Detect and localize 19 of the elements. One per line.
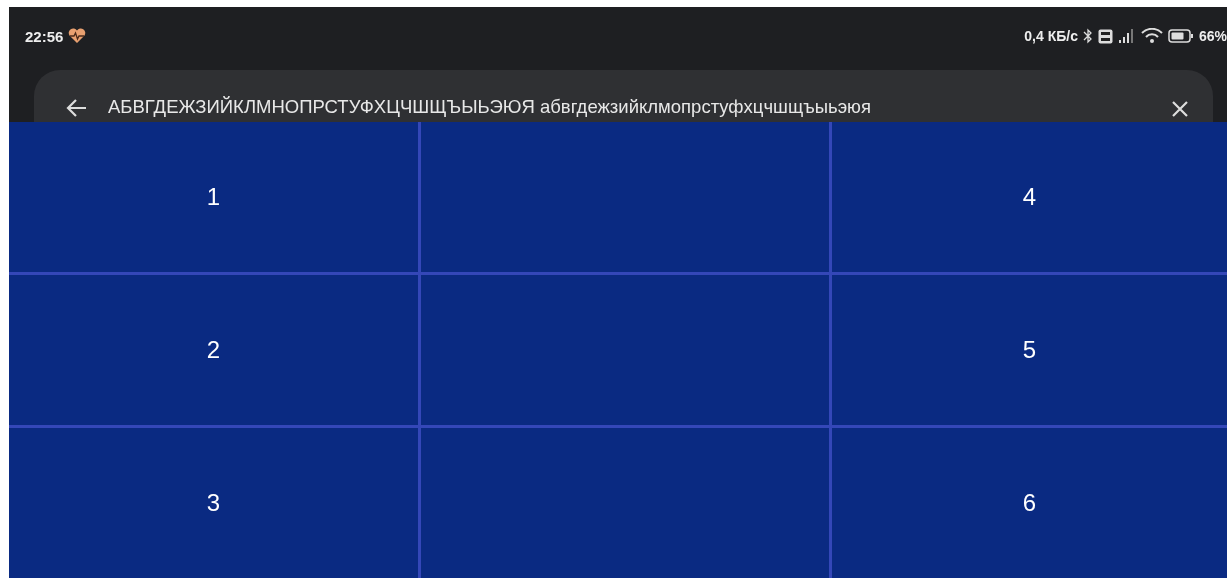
grid-cell[interactable]: 5 [832,275,1227,425]
grid-cell[interactable]: 3 [9,428,418,578]
grid-cell[interactable]: 4 [832,122,1227,272]
network-speed: 0,4 КБ/с [1024,28,1078,44]
grid-cell[interactable]: 1 [9,122,418,272]
grid-cell[interactable]: 6 [832,428,1227,578]
battery-icon [1167,29,1194,43]
grid-cell[interactable]: 2 [9,275,418,425]
wifi-icon [1140,28,1163,44]
heart-icon [68,28,87,44]
close-icon[interactable] [1171,100,1189,118]
volte-icon [1097,28,1113,44]
search-text: АБВГДЕЖЗИЙКЛМНОПРСТУФХЦЧШЩЪЫЬЭЮЯ абвгдежзийклмопрстуфхцчшщъыьэюя [108,96,872,118]
bluetooth-icon [1082,28,1093,44]
back-arrow-icon[interactable] [66,98,88,118]
search-bar[interactable]: АБВГДЕЖЗИЙКЛМНОПРСТУФХЦЧШЩЪЫЬЭЮЯ абвгдежзийклмопрстуфхцчшщъыьэюя [34,70,1213,122]
clock: 22:56 [25,27,64,45]
signal-icon [1117,29,1136,43]
battery-percent: 66% [1198,28,1227,44]
